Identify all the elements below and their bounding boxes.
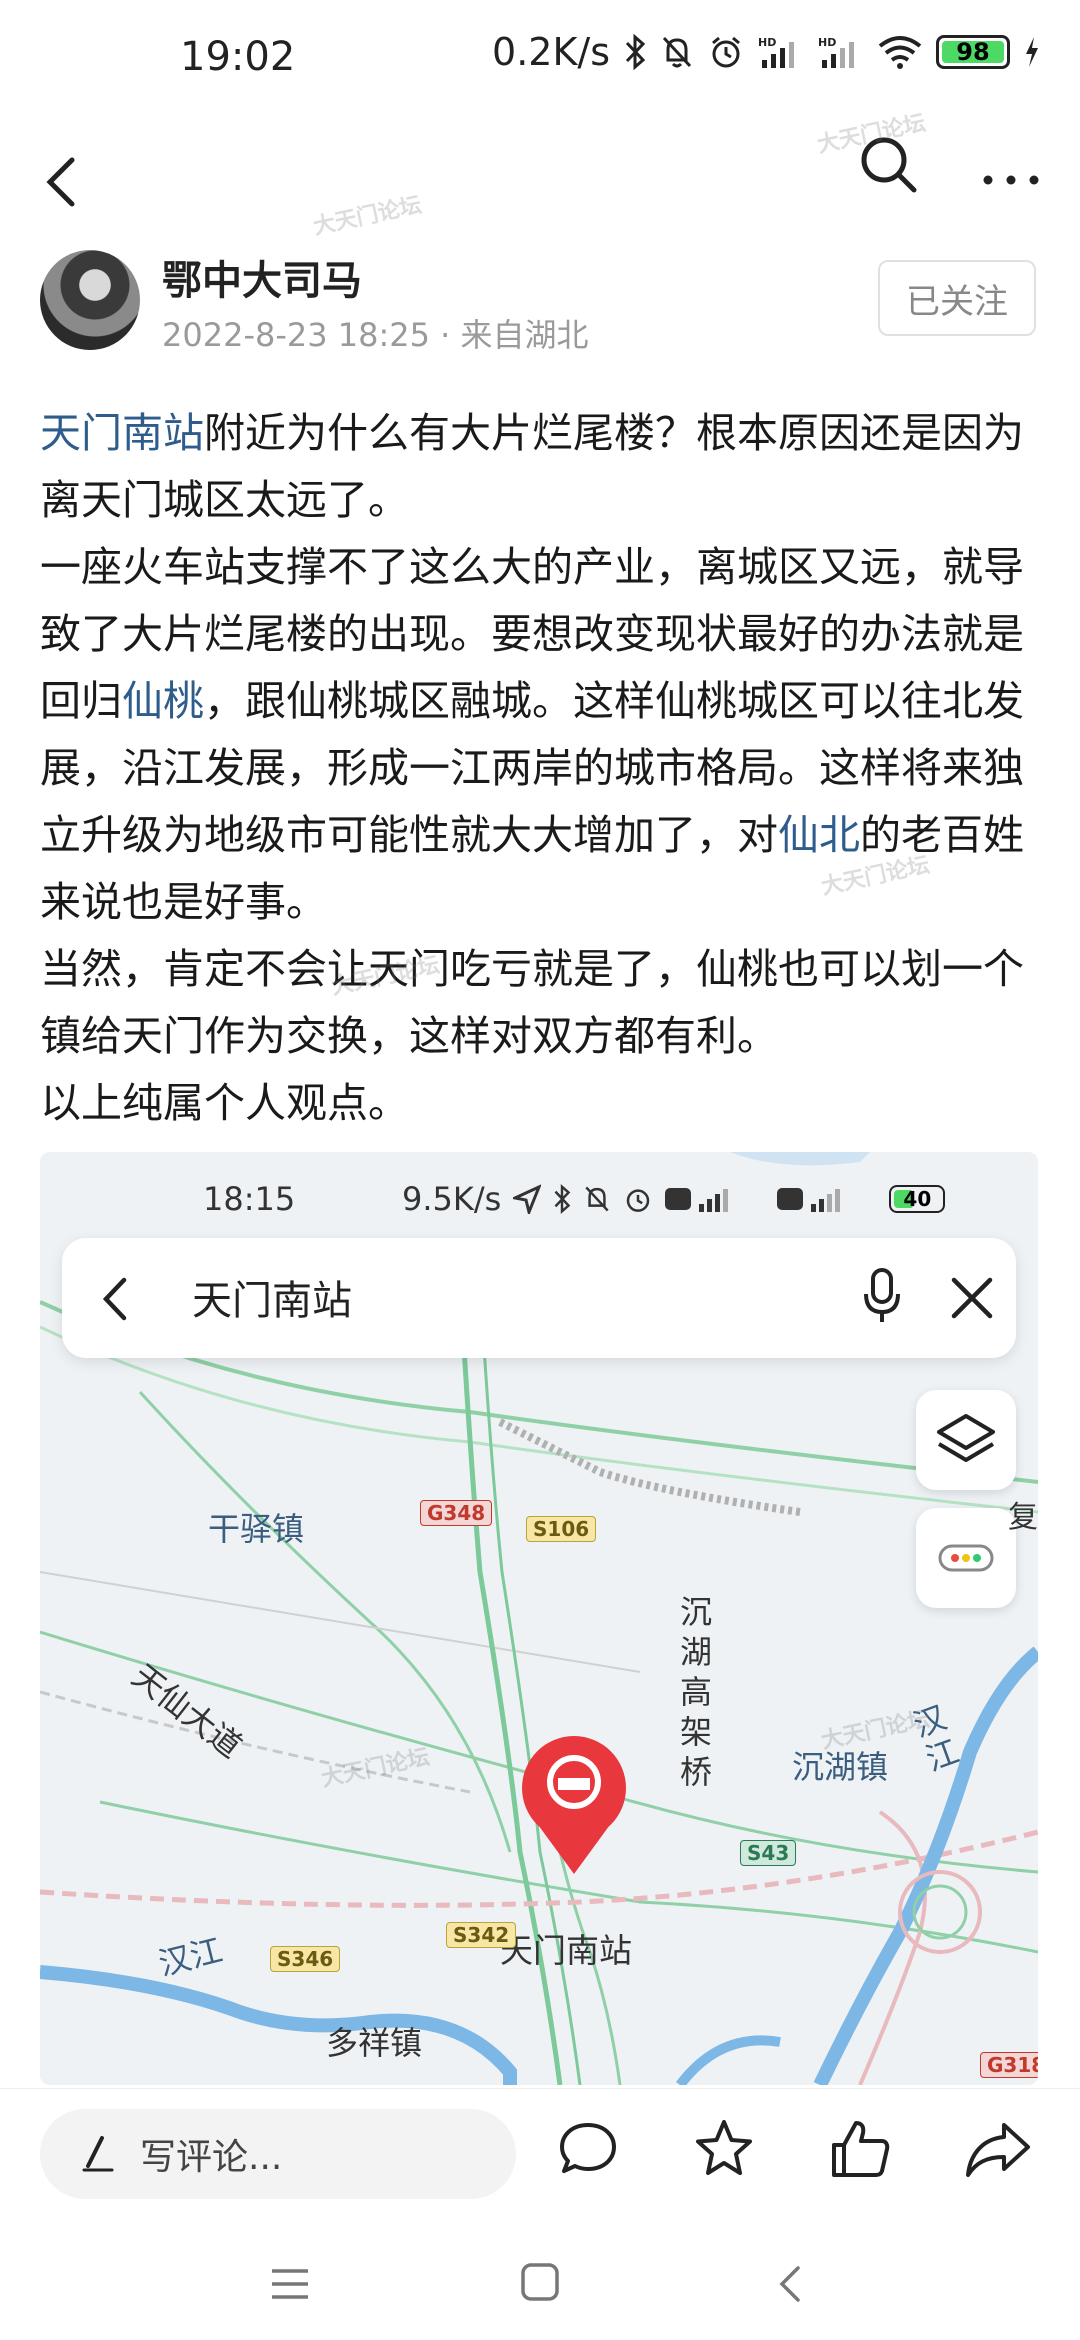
comment-placeholder: 写评论... xyxy=(140,2137,283,2178)
map-search-bar: 天门南站 xyxy=(62,1238,1016,1358)
menu-icon[interactable] xyxy=(270,2268,310,2300)
post-paragraph-1: 天门南站附近为什么有大片烂尾楼？根本原因还是因为离天门城区太远了。 xyxy=(40,400,1050,534)
top-nav: 大天门论坛 大天门论坛 xyxy=(0,110,1080,250)
author-row: 鄂中大司马 2022-8-23 18:25 · 来自湖北 已关注 xyxy=(40,248,1040,358)
mute-bell-icon xyxy=(585,1186,609,1212)
topic-link-xianbei[interactable]: 仙北 xyxy=(778,811,860,859)
charging-icon xyxy=(1026,37,1038,67)
map-net-speed: 9.5K/s xyxy=(402,1180,502,1218)
post-content: 天门南站附近为什么有大片烂尾楼？根本原因还是因为离天门城区太远了。 一座火车站支… xyxy=(40,400,1050,1137)
pen-icon xyxy=(82,2136,114,2172)
meta-separator: · xyxy=(440,316,461,354)
road-sign-s106: S106 xyxy=(526,1516,597,1542)
map-layers-button xyxy=(916,1390,1016,1490)
topic-link-tianmen-south[interactable]: 天门南站 xyxy=(40,409,204,457)
post-paragraph-4: 以上纯属个人观点。 xyxy=(40,1079,409,1127)
comment-input[interactable]: 写评论... xyxy=(40,2109,516,2199)
signal-icon xyxy=(665,1188,729,1212)
alarm-icon xyxy=(627,1189,650,1212)
map-label-bridge: 沉湖高架桥 xyxy=(680,1593,713,1791)
watermark: 大天门论坛 xyxy=(311,192,424,241)
road-sign-g318: G318 xyxy=(980,2052,1038,2078)
back-icon[interactable] xyxy=(28,144,98,214)
road-sign-g348: G348 xyxy=(420,1500,493,1526)
map-back-icon xyxy=(102,1277,127,1321)
road-sign-s346: S346 xyxy=(270,1946,341,1972)
traffic-icon xyxy=(938,1544,994,1572)
alarm-icon xyxy=(712,36,740,68)
road-sign-s342: S342 xyxy=(446,1922,517,1948)
back-nav-icon[interactable] xyxy=(776,2264,806,2304)
more-icon[interactable] xyxy=(976,140,1046,210)
avatar[interactable] xyxy=(40,250,140,350)
system-nav-bar xyxy=(0,2218,1080,2340)
map-label-station: 天门南站 xyxy=(500,1931,632,1970)
status-indicators: 0.2K/s HD HD 98 xyxy=(492,30,1040,74)
map-status-bar: 18:15 9.5K/s 40 xyxy=(40,1152,1038,1242)
signal-hd-icon-2: HD xyxy=(818,36,854,68)
map-search-query: 天门南站 xyxy=(192,1278,352,1324)
post-date: 2022-8-23 18:25 xyxy=(162,316,430,354)
map-battery-icon: 40 xyxy=(889,1185,946,1213)
mute-bell-icon xyxy=(662,36,692,68)
close-icon xyxy=(951,1277,993,1319)
map-status-indicators: 9.5K/s 40 xyxy=(402,1180,946,1218)
bluetooth-icon xyxy=(554,1184,571,1214)
topic-link-xiantao[interactable]: 仙桃 xyxy=(122,677,204,725)
author-name[interactable]: 鄂中大司马 xyxy=(162,248,362,306)
map-traffic-button xyxy=(916,1508,1016,1608)
map-label-fu: 复 xyxy=(1008,1500,1038,1535)
layers-icon xyxy=(937,1414,995,1462)
net-speed: 0.2K/s xyxy=(492,30,610,74)
follow-button[interactable]: 已关注 xyxy=(878,260,1036,336)
post-location: 来自湖北 xyxy=(460,316,589,354)
battery-icon: 98 xyxy=(936,35,1010,69)
home-icon[interactable] xyxy=(520,2262,560,2302)
wifi-icon xyxy=(878,36,922,69)
battery-level: 98 xyxy=(956,38,990,66)
signal-hd-icon: HD xyxy=(758,36,794,68)
status-time: 19:02 xyxy=(180,34,296,80)
map-label-duoxiang: 多祥镇 xyxy=(326,2024,423,2062)
share-icon[interactable] xyxy=(964,2117,1032,2181)
bluetooth-icon xyxy=(625,34,646,70)
post-paragraph-3: 当然，肯定不会让天门吃亏就是了，仙桃也可以划一个镇给天门作为交换，这样对双方都有… xyxy=(40,945,1024,1060)
mic-icon xyxy=(864,1268,900,1322)
star-icon[interactable] xyxy=(692,2117,756,2181)
location-arrow-icon xyxy=(513,1184,542,1214)
author-meta: 2022-8-23 18:25 · 来自湖北 xyxy=(162,310,589,356)
signal-icon-2 xyxy=(777,1188,841,1212)
road-sign-s43: S43 xyxy=(740,1840,797,1866)
svg-text:HD: HD xyxy=(818,36,836,49)
like-icon[interactable] xyxy=(828,2117,892,2181)
map-battery-level: 40 xyxy=(903,1187,932,1211)
comment-icon[interactable] xyxy=(556,2117,620,2181)
action-bar: 写评论... xyxy=(0,2088,1080,2218)
post-image-map[interactable]: 18:15 9.5K/s 40 天门南站 干驿镇 沉湖镇 沉湖高架桥 天仙大道 xyxy=(40,1152,1038,2085)
svg-text:HD: HD xyxy=(758,36,776,49)
map-status-time: 18:15 xyxy=(203,1180,296,1218)
map-label-ganyi: 干驿镇 xyxy=(208,1510,305,1548)
status-bar: 19:02 0.2K/s HD HD 98 xyxy=(0,0,1080,120)
